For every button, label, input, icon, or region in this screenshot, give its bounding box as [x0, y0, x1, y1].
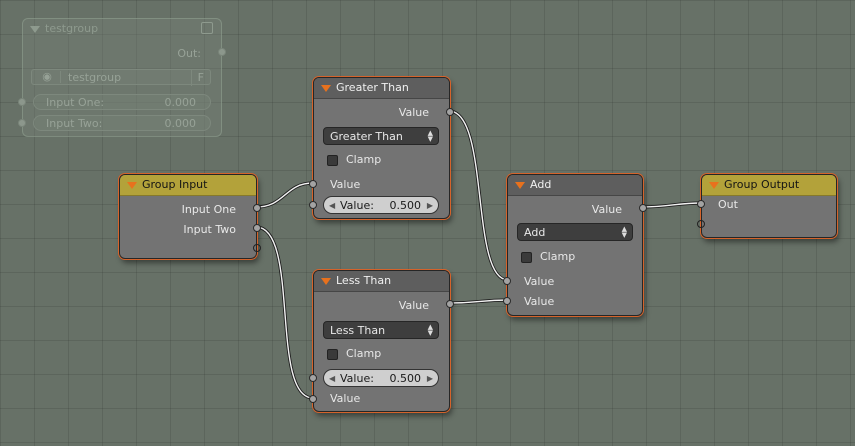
greater-than-output-label: Value [398, 106, 429, 119]
add-operation-value: Add [524, 226, 546, 239]
add-input-label-b: Value [524, 295, 555, 308]
greater-than-input-socket-a[interactable] [309, 180, 317, 188]
less-than-input-socket-a[interactable] [309, 374, 317, 382]
group-input-title: Group Input [142, 178, 208, 191]
group-output-out-socket[interactable] [697, 200, 705, 208]
less-than-operation-dropdown[interactable]: Less Than ▲ ▼ [323, 321, 439, 339]
collapse-triangle-icon[interactable] [709, 182, 719, 189]
greater-than-input-label: Value [330, 178, 361, 191]
group-node-input-two-socket[interactable] [18, 119, 26, 127]
less-than-value-field[interactable]: ◀ Value: 0.500 ▶ [323, 369, 439, 387]
greater-than-clamp-checkbox[interactable] [327, 155, 338, 166]
less-than-input-socket-b[interactable] [309, 395, 317, 403]
less-than-operation-value: Less Than [330, 324, 386, 337]
add-input-socket-a[interactable] [503, 277, 511, 285]
collapse-triangle-icon[interactable] [30, 26, 40, 33]
group-input-node[interactable]: Group Input Input One Input Two [119, 174, 261, 259]
less-than-header[interactable]: Less Than [314, 271, 449, 292]
empty-output-socket[interactable] [253, 244, 261, 252]
group-input-one-value: 0.000 [164, 96, 197, 109]
group-input-one-label: Input One: [46, 96, 105, 109]
input-two-socket[interactable] [253, 224, 261, 232]
less-than-input-label: Value [330, 392, 361, 405]
group-output-input-label: Out [718, 198, 738, 211]
greater-than-clamp-label: Clamp [346, 153, 382, 166]
add-input-label-a: Value [524, 275, 555, 288]
add-output-label: Value [591, 203, 622, 216]
greater-than-input-socket-b[interactable] [309, 201, 317, 209]
add-clamp-checkbox[interactable] [521, 252, 532, 263]
greater-than-operation-value: Greater Than [330, 130, 403, 143]
value-field-label: Value: [340, 372, 374, 385]
collapse-triangle-icon[interactable] [321, 85, 331, 92]
less-than-clamp-checkbox[interactable] [327, 349, 338, 360]
updown-arrows-icon: ▲ ▼ [427, 323, 433, 337]
add-operation-dropdown[interactable]: Add ▲ ▼ [517, 223, 633, 241]
decrement-arrow-icon[interactable]: ◀ [329, 197, 335, 215]
group-node-output-socket[interactable] [218, 48, 226, 56]
greater-than-value-field[interactable]: ◀ Value: 0.500 ▶ [323, 196, 439, 214]
collapse-triangle-icon[interactable] [321, 278, 331, 285]
collapse-triangle-icon[interactable] [127, 182, 137, 189]
collapse-triangle-icon[interactable] [515, 182, 525, 189]
datablock-name[interactable]: testgroup [68, 70, 121, 86]
less-than-title: Less Than [336, 274, 392, 287]
add-header[interactable]: Add [508, 175, 642, 196]
add-node[interactable]: Add Value Add ▲ ▼ Clamp Value Value [503, 174, 647, 316]
less-than-output-label: Value [398, 299, 429, 312]
less-than-clamp-label: Clamp [346, 347, 382, 360]
value-field-number: 0.500 [389, 199, 422, 212]
output-label-input-two: Input Two [183, 223, 236, 236]
less-than-output-socket[interactable] [446, 300, 454, 308]
decrement-arrow-icon[interactable]: ◀ [329, 370, 335, 388]
greater-than-operation-dropdown[interactable]: Greater Than ▲ ▼ [323, 127, 439, 145]
group-node-output-label: Out: [177, 47, 201, 60]
output-label-input-one: Input One [181, 203, 236, 216]
greater-than-title: Greater Than [336, 81, 409, 94]
increment-arrow-icon[interactable]: ▶ [427, 197, 433, 215]
group-output-title: Group Output [724, 178, 800, 191]
datablock-selector[interactable]: ◉ testgroup F [31, 69, 211, 86]
greater-than-output-socket[interactable] [446, 108, 454, 116]
greater-than-header[interactable]: Greater Than [314, 78, 449, 99]
group-input-two-value: 0.000 [164, 117, 197, 130]
group-input-two-field[interactable]: Input Two: 0.000 [33, 115, 211, 131]
group-output-node[interactable]: Group Output Out [697, 174, 837, 238]
increment-arrow-icon[interactable]: ▶ [427, 370, 433, 388]
updown-arrows-icon: ▲ ▼ [427, 129, 433, 143]
add-clamp-label: Clamp [540, 250, 576, 263]
updown-arrows-icon: ▲ ▼ [621, 225, 627, 239]
greater-than-node[interactable]: Greater Than Value Greater Than ▲ ▼ Clamp… [309, 77, 454, 219]
group-node-input-one-socket[interactable] [18, 98, 26, 106]
node-group-icon[interactable] [201, 22, 213, 34]
group-input-header[interactable]: Group Input [120, 175, 256, 196]
group-node-title: testgroup [45, 22, 99, 35]
input-one-socket[interactable] [253, 204, 261, 212]
add-title: Add [530, 178, 552, 191]
value-field-number: 0.500 [389, 372, 422, 385]
value-field-label: Value: [340, 199, 374, 212]
datablock-browse-icon[interactable]: ◉ [34, 71, 61, 83]
fake-user-button[interactable]: F [190, 70, 204, 86]
group-node-header[interactable]: testgroup [23, 19, 221, 39]
group-output-header[interactable]: Group Output [702, 175, 836, 196]
add-input-socket-b[interactable] [503, 297, 511, 305]
add-output-socket[interactable] [639, 204, 647, 212]
group-node-testgroup[interactable]: testgroup Out: ◉ testgroup F Input One: … [18, 18, 226, 137]
group-input-one-field[interactable]: Input One: 0.000 [33, 94, 211, 110]
group-output-empty-socket[interactable] [697, 220, 705, 228]
group-input-two-label: Input Two: [46, 117, 103, 130]
less-than-node[interactable]: Less Than Value Less Than ▲ ▼ Clamp ◀ Val… [309, 270, 454, 412]
